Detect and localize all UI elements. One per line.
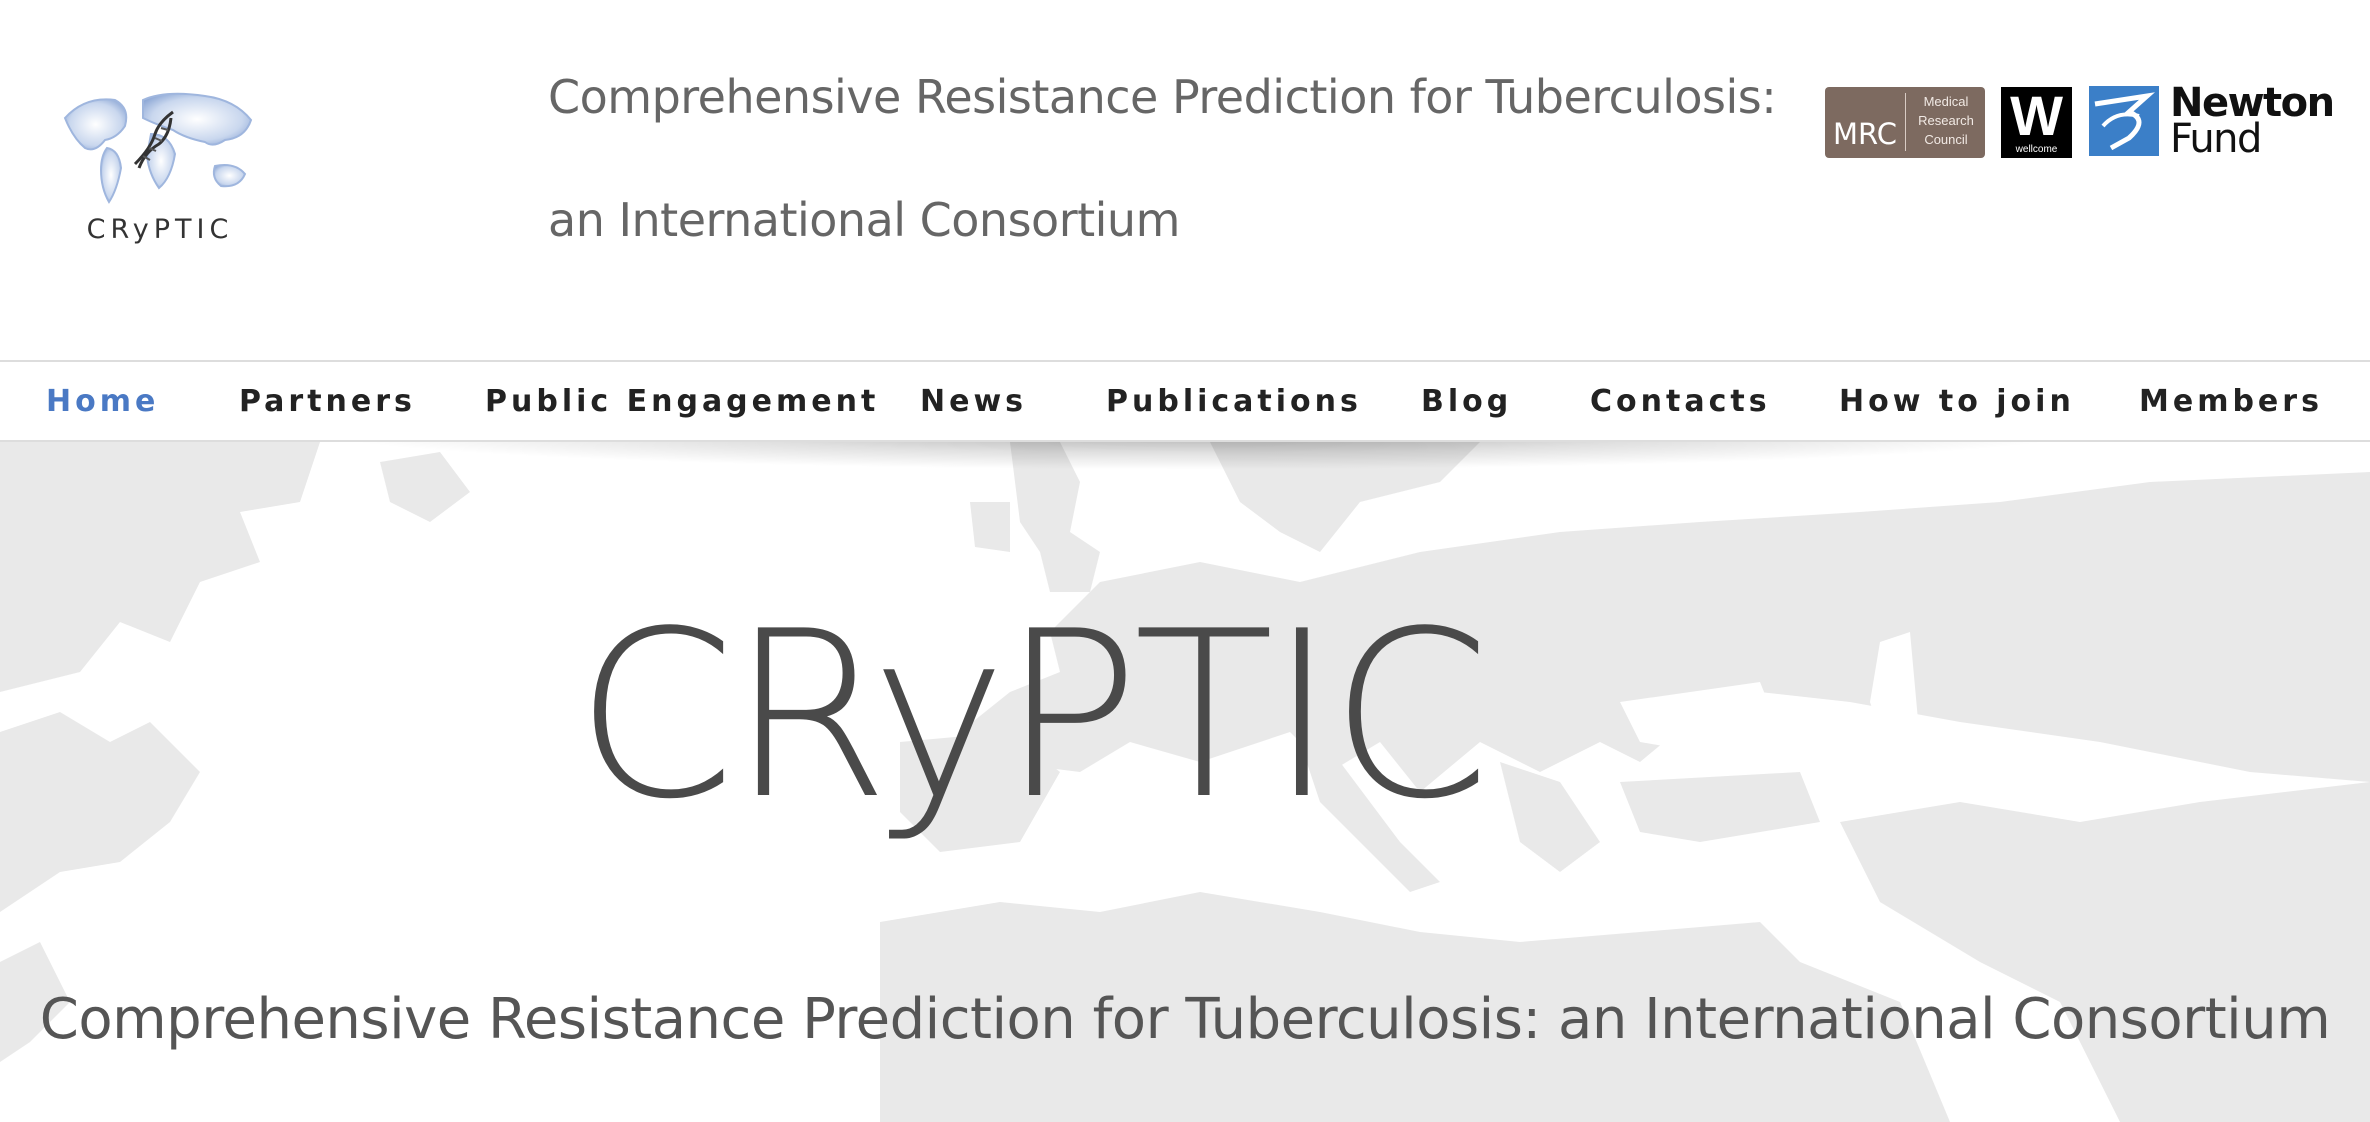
nav-item-news[interactable]: News: [920, 384, 1027, 419]
hero-subtitle: Comprehensive Resistance Prediction for …: [39, 987, 2331, 1052]
nav-item-public-engagement[interactable]: Public Engagement: [485, 384, 879, 419]
mrc-line2: Research: [1918, 113, 1974, 128]
site-header: CRyPTIC Comprehensive Resistance Predict…: [0, 0, 2370, 360]
header-tagline-line2: an International Consortium: [548, 193, 1180, 247]
cryptic-logo[interactable]: CRyPTIC: [55, 78, 265, 253]
mrc-abbr: MRC: [1833, 117, 1897, 151]
mrc-logo[interactable]: MRC Medical Research Council: [1825, 87, 1985, 158]
logo-text: CRyPTIC: [86, 214, 234, 245]
mrc-fullname: Medical Research Council: [1911, 92, 1981, 149]
mrc-line1: Medical: [1923, 94, 1969, 109]
newton-fund-logo[interactable]: Newton Fund: [2089, 83, 2335, 160]
hero-banner: CRyPTIC Comprehensive Resistance Predict…: [0, 442, 2370, 1122]
nav-item-members[interactable]: Members: [2139, 384, 2323, 419]
newton-fund-mark-icon: [2089, 86, 2159, 156]
header-tagline-line1: Comprehensive Resistance Prediction for …: [548, 70, 1777, 124]
mrc-divider: [1905, 93, 1906, 151]
main-navigation: Home Partners Public Engagement News Pub…: [0, 360, 2370, 442]
nav-item-partners[interactable]: Partners: [239, 384, 416, 419]
nav-item-contacts[interactable]: Contacts: [1590, 384, 1771, 419]
nav-item-how-to-join[interactable]: How to join: [1839, 384, 2075, 419]
world-dna-logo-icon: [63, 92, 253, 204]
newton-line2: Fund: [2170, 116, 2262, 162]
nav-item-home[interactable]: Home: [46, 384, 159, 419]
wellcome-logo[interactable]: W wellcome: [2001, 87, 2072, 158]
nav-item-publications[interactable]: Publications: [1106, 384, 1362, 419]
nav-item-blog[interactable]: Blog: [1421, 384, 1512, 419]
wellcome-letter: W: [2010, 84, 2063, 147]
newton-fund-text: Newton Fund: [2170, 83, 2335, 162]
hero-title: CRyPTIC: [575, 583, 1491, 850]
mrc-line3: Council: [1924, 132, 1968, 147]
